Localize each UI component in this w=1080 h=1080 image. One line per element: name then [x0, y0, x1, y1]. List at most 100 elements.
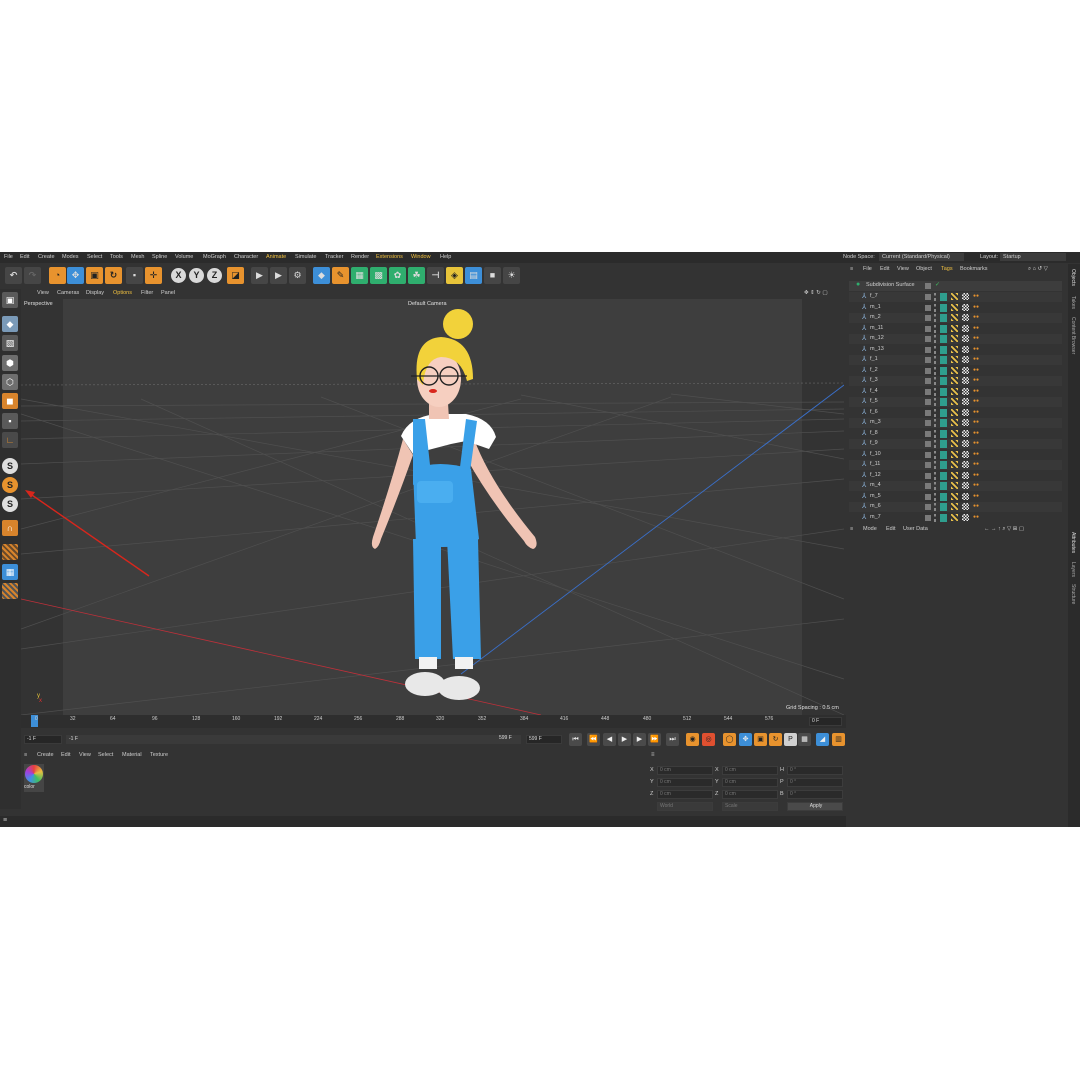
object-row[interactable]: ⅄ m_1 ●●: [849, 303, 1062, 313]
play-icon[interactable]: ▶: [618, 733, 631, 746]
subdivision-generator-icon[interactable]: ▦: [351, 267, 368, 284]
timeline-ruler[interactable]: 0 32 64 96 128 160 192 224 256 288 320 3…: [21, 715, 846, 728]
object-row[interactable]: ⅄ m_4 ●●: [849, 481, 1062, 491]
sound-icon[interactable]: ◢: [816, 733, 829, 746]
goto-start-icon[interactable]: ⏮: [569, 733, 582, 746]
scale-tool-icon[interactable]: ▣: [86, 267, 103, 284]
object-row[interactable]: ⅄ f_10 ●●: [849, 450, 1062, 460]
viewport-menu-display[interactable]: Display: [86, 290, 104, 296]
render-visibility-dots[interactable]: [934, 419, 936, 427]
coordinate-system-icon[interactable]: ✛: [145, 267, 162, 284]
object-menu-view[interactable]: View: [897, 266, 909, 272]
material-menu-material[interactable]: Material: [122, 752, 142, 758]
render-visibility-dots[interactable]: [934, 440, 936, 448]
position-z-field[interactable]: 0 cm: [657, 790, 713, 799]
selection-tag-icon[interactable]: ●●: [973, 451, 979, 457]
render-visibility-dots[interactable]: [934, 429, 936, 438]
phong-tag-icon[interactable]: [940, 387, 947, 396]
visibility-check[interactable]: [925, 472, 931, 479]
current-frame-field[interactable]: 0 F: [809, 717, 842, 726]
phong-tag-icon[interactable]: [940, 324, 947, 333]
render-visibility-dots[interactable]: [934, 387, 936, 396]
uvw-tag-icon[interactable]: [962, 503, 969, 510]
size-x-field[interactable]: 0 cm: [722, 766, 778, 775]
material-tag-icon[interactable]: [951, 492, 958, 500]
visibility-check[interactable]: [925, 388, 931, 395]
phong-tag-icon[interactable]: [940, 482, 947, 490]
preview-range-end[interactable]: 599 F: [497, 735, 521, 744]
material-tag-icon[interactable]: [951, 293, 958, 300]
material-tag-icon[interactable]: [951, 335, 958, 342]
visibility-check[interactable]: [925, 430, 931, 437]
apply-button[interactable]: Apply: [787, 802, 843, 811]
selection-tag-icon[interactable]: ●●: [973, 482, 979, 488]
uvw-tag-icon[interactable]: [962, 429, 969, 437]
render-picture-viewer-icon[interactable]: ▶: [270, 267, 287, 284]
material-menu-view[interactable]: View: [79, 752, 91, 758]
selection-tag-icon[interactable]: ●●: [973, 367, 979, 373]
object-row[interactable]: ⅄ m_2 ●●: [849, 313, 1062, 323]
selection-tag-icon[interactable]: ●●: [973, 377, 979, 383]
phong-tag-icon[interactable]: [940, 450, 947, 459]
material-tag-icon[interactable]: [951, 398, 958, 405]
record-scale-icon[interactable]: ▣: [754, 733, 767, 746]
rotate-tool-icon[interactable]: ↻: [105, 267, 122, 284]
selection-tag-icon[interactable]: ●●: [973, 356, 979, 362]
tab-layers[interactable]: Layers: [1070, 562, 1076, 577]
position-x-field[interactable]: 0 cm: [657, 766, 713, 775]
material-tag-icon[interactable]: [951, 440, 958, 447]
menu-volume[interactable]: Volume: [175, 254, 193, 260]
material-tag-icon[interactable]: [951, 419, 958, 426]
render-visibility-dots[interactable]: [934, 398, 936, 406]
material-tag-icon[interactable]: [951, 503, 958, 510]
render-view-icon[interactable]: ▶: [251, 267, 268, 284]
timeline-settings-icon[interactable]: ▥: [832, 733, 845, 746]
uvw-tag-icon[interactable]: [962, 450, 969, 458]
menu-tools[interactable]: Tools: [110, 254, 123, 260]
record-rotation-icon[interactable]: ↻: [769, 733, 782, 746]
object-row[interactable]: ⅄ m_11 ●●: [849, 324, 1062, 334]
undo-icon[interactable]: ↶: [5, 267, 22, 284]
object-row[interactable]: ⅄ f_7 ●●: [849, 292, 1062, 302]
render-visibility-dots[interactable]: [934, 461, 936, 469]
object-menu-edit[interactable]: Edit: [880, 266, 889, 272]
phong-tag-icon[interactable]: [940, 293, 947, 301]
polygons-mode-icon[interactable]: ◼: [2, 393, 18, 409]
material-tag-icon[interactable]: [951, 345, 958, 353]
viewport-menu-filter[interactable]: Filter: [141, 290, 153, 296]
uvw-tag-icon[interactable]: [962, 408, 969, 416]
autokey-icon[interactable]: ◎: [702, 733, 715, 746]
coord-system-select[interactable]: World: [657, 802, 713, 811]
selection-tag-icon[interactable]: ●●: [973, 493, 979, 499]
object-row[interactable]: ⅄ f_5 ●●: [849, 397, 1062, 407]
axis-mode-icon[interactable]: ∟: [2, 432, 18, 448]
locked-workplane-icon[interactable]: ▦: [2, 564, 18, 580]
snap-button[interactable]: S: [2, 458, 18, 474]
render-visibility-dots[interactable]: [934, 503, 936, 511]
uvw-tag-icon[interactable]: [962, 377, 969, 384]
pen-spline-icon[interactable]: ✎: [332, 267, 349, 284]
texture-mode-icon[interactable]: ▧: [2, 335, 18, 351]
magnet-icon[interactable]: ∩: [2, 520, 18, 536]
uvw-tag-icon[interactable]: [962, 440, 969, 447]
menu-create[interactable]: Create: [38, 254, 55, 260]
floor-icon[interactable]: ▤: [465, 267, 482, 284]
object-menu-object[interactable]: Object: [916, 266, 932, 272]
viewport-menu-cameras[interactable]: Cameras: [57, 290, 79, 296]
material-tag-icon[interactable]: [951, 513, 958, 521]
visibility-check[interactable]: [925, 346, 931, 353]
selection-tag-icon[interactable]: ●●: [973, 440, 979, 446]
viewport-menu-panel[interactable]: Panel: [161, 290, 175, 296]
selection-tag-icon[interactable]: ●●: [973, 514, 979, 520]
object-row[interactable]: ⅄ m_3 ●●: [849, 418, 1062, 428]
end-frame-field[interactable]: 599 F: [526, 735, 562, 744]
prev-frame-icon[interactable]: ◀: [603, 733, 616, 746]
selection-tag-icon[interactable]: ●●: [973, 314, 979, 320]
material-tag-icon[interactable]: [951, 314, 958, 321]
phong-tag-icon[interactable]: [940, 440, 947, 448]
selection-tag-icon[interactable]: ●●: [973, 409, 979, 415]
visibility-check[interactable]: [925, 409, 931, 416]
uvw-tag-icon[interactable]: [962, 492, 969, 500]
object-row[interactable]: ⅄ f_9 ●●: [849, 439, 1062, 449]
object-row[interactable]: ⅄ m_12 ●●: [849, 334, 1062, 344]
